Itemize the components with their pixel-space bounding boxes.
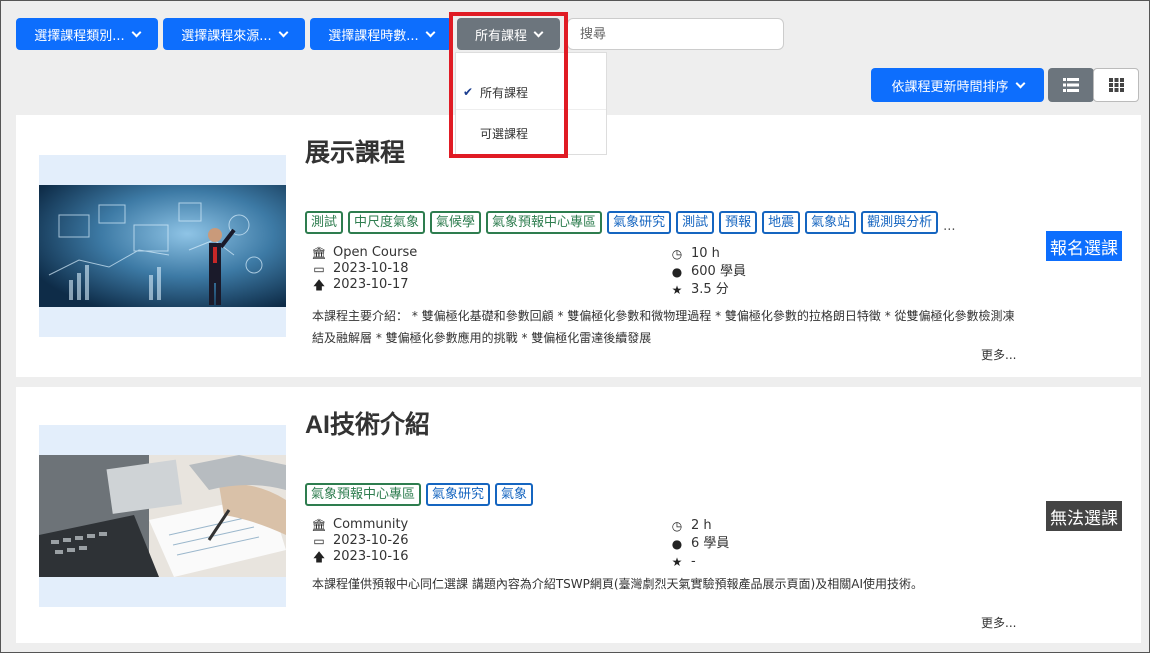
duration-filter-button[interactable]: 選擇課程時數... [310, 18, 452, 50]
course-title[interactable]: 展示課程 [305, 133, 405, 169]
clock-icon: ◷ [671, 247, 683, 261]
duration-filter-label: 選擇課程時數... [328, 28, 419, 44]
course-meta-right: ◷ 10 h ● 600 學員 ★ 3.5 分 [670, 245, 746, 299]
category-filter-button[interactable]: 選擇課程類別... [16, 18, 158, 50]
course-tag[interactable]: 地震 [762, 211, 801, 234]
star-icon: ★ [671, 555, 683, 569]
course-hours: 2 h [691, 518, 712, 533]
more-link[interactable]: 更多... [981, 614, 1016, 631]
course-tag[interactable]: 氣象預報中心專區 [486, 211, 603, 234]
chevron-down-icon [131, 27, 142, 37]
check-icon: ✔ [462, 85, 474, 99]
course-students: 600 學員 [691, 264, 746, 279]
course-tag[interactable]: 氣象 [495, 483, 534, 506]
user-icon: ● [671, 537, 683, 551]
chevron-down-icon [533, 27, 544, 37]
course-source: Community [333, 517, 409, 532]
calendar-icon: ▭ [313, 534, 325, 548]
enroll-button[interactable]: 報名選課 [1046, 231, 1122, 261]
course-tag[interactable]: 氣象研究 [426, 483, 491, 506]
star-icon: ★ [671, 283, 683, 297]
course-tags: 測試 中尺度氣象 氣候學 氣象預報中心專區 氣象研究 測試 預報 地震 氣象站 … [305, 211, 1023, 234]
course-tag[interactable]: 氣象站 [805, 211, 857, 234]
institution-icon: 🏛 [311, 246, 327, 260]
chevron-down-icon [278, 27, 289, 37]
course-title[interactable]: AI技術介紹 [305, 405, 430, 441]
more-link[interactable]: 更多... [981, 346, 1016, 363]
enroll-disabled-button[interactable]: 無法選課 [1046, 501, 1122, 531]
course-updated-date: 2023-10-16 [333, 549, 409, 564]
course-description: 本課程主要介紹： * 雙偏極化基礎和參數回顧 * 雙偏極化參數和微物理過程 * … [312, 309, 1015, 345]
arrow-up-icon: 🡅 [312, 550, 326, 564]
course-card: AI技術介紹 氣象預報中心專區 氣象研究 氣象 🏛 Community ▭ 2023… [16, 387, 1141, 643]
search-input[interactable] [567, 18, 784, 50]
status-filter-label: 所有課程 [474, 28, 527, 44]
course-description: 本課程僅供預報中心同仁選課 講題內容為介紹TSWP網頁(臺灣劇烈天氣實驗預報產品… [312, 577, 923, 591]
status-dropdown-menu: ✔ 所有課程 可選課程 [455, 52, 607, 155]
course-meta-left: 🏛 Open Course ▭ 2023-10-18 🡅 2023-10-17 [311, 245, 418, 293]
sort-button[interactable]: 依課程更新時間排序 [871, 68, 1044, 102]
dropdown-item-all[interactable]: ✔ 所有課程 [456, 75, 606, 110]
course-updated-date: 2023-10-17 [333, 277, 409, 292]
chevron-down-icon [1015, 78, 1025, 88]
grid-view-button[interactable] [1093, 68, 1139, 102]
list-view-button[interactable] [1048, 68, 1094, 102]
sort-label: 依課程更新時間排序 [891, 79, 1009, 95]
tags-ellipsis: ... [943, 219, 956, 234]
list-icon [1063, 78, 1079, 92]
user-icon: ● [671, 265, 683, 279]
clock-icon: ◷ [671, 519, 683, 533]
course-thumbnail[interactable] [39, 425, 286, 607]
institution-icon: 🏛 [311, 518, 327, 532]
course-image [39, 455, 286, 577]
course-rating: 3.5 分 [691, 282, 729, 297]
source-filter-label: 選擇課程來源... [181, 28, 272, 44]
course-tag[interactable]: 觀測與分析 [861, 211, 939, 234]
course-tags: 氣象預報中心專區 氣象研究 氣象 [305, 483, 1023, 506]
chevron-down-icon [425, 27, 436, 37]
course-tag[interactable]: 氣象研究 [607, 211, 672, 234]
grid-icon [1108, 78, 1124, 92]
arrow-up-icon: 🡅 [312, 278, 326, 292]
course-tag[interactable]: 中尺度氣象 [348, 211, 426, 234]
course-start-date: 2023-10-26 [333, 533, 409, 548]
source-filter-button[interactable]: 選擇課程來源... [163, 18, 305, 50]
dropdown-item-label: 可選課程 [480, 126, 529, 141]
course-rating: - [691, 554, 696, 569]
course-tag[interactable]: 氣象預報中心專區 [305, 483, 422, 506]
course-meta-right: ◷ 2 h ● 6 學員 ★ - [670, 517, 730, 571]
category-filter-label: 選擇課程類別... [34, 28, 125, 44]
course-students: 6 學員 [691, 536, 730, 551]
course-hours: 10 h [691, 246, 720, 261]
status-filter-button[interactable]: 所有課程 [457, 18, 560, 50]
course-tag[interactable]: 測試 [676, 211, 715, 234]
dropdown-item-available[interactable]: 可選課程 [456, 117, 606, 149]
course-image [39, 185, 286, 307]
course-start-date: 2023-10-18 [333, 261, 409, 276]
course-source: Open Course [333, 245, 418, 260]
course-tag[interactable]: 預報 [719, 211, 758, 234]
course-tag[interactable]: 氣候學 [430, 211, 482, 234]
dropdown-item-label: 所有課程 [480, 85, 529, 100]
course-meta-left: 🏛 Community ▭ 2023-10-26 🡅 2023-10-16 [311, 517, 409, 565]
calendar-icon: ▭ [313, 262, 325, 276]
course-thumbnail[interactable] [39, 155, 286, 337]
course-tag[interactable]: 測試 [305, 211, 344, 234]
